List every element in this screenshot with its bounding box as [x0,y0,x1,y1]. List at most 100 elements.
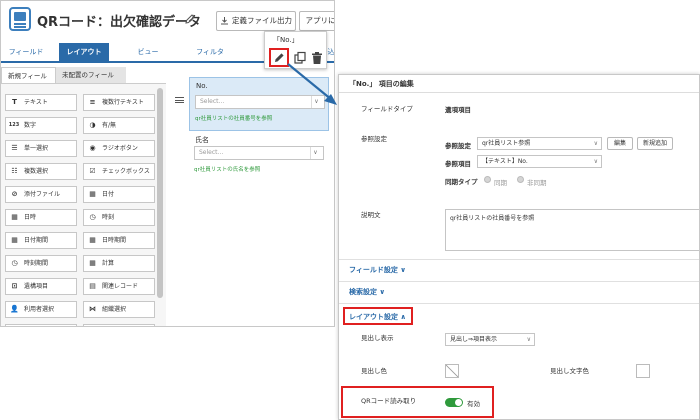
palette-item-label: テキスト [24,99,48,106]
palette-item[interactable]: ◷ 時刻 [83,209,155,226]
palette-item[interactable]: 👤 利用者選択 [5,301,77,318]
tab-view[interactable]: ビュー [123,43,173,61]
field-type-icon: ⊘ [11,190,18,198]
field-type-icon: ▦ [89,190,96,198]
async-option-label: 非同期 [527,179,547,187]
field-name-select[interactable]: Select... ∨ [194,146,324,160]
ref-source-select[interactable]: qr社員リスト参照 ∨ [477,137,602,150]
palette-item[interactable]: ⊡ 遺構項目 [5,278,77,295]
heading-color-picker[interactable] [445,364,459,378]
field-type-icon: T [12,98,17,106]
heading-display-label: 見出し表示 [361,334,394,342]
no-color-icon [445,364,459,378]
description-label: 説明文 [361,211,381,219]
pencil-icon[interactable] [184,13,196,25]
layout-settings-toggle[interactable]: レイアウト設定 ∧ [349,312,406,322]
field-type-icon: ▦ [89,259,96,267]
field-no-hint: qr社員リストの社員番号を参照 [195,116,273,122]
palette-item[interactable]: ▤ 関連レコード [83,278,155,295]
export-button-label: 定義ファイル出力 [232,16,292,25]
palette-item-label: 計算 [102,260,115,267]
field-name[interactable]: 氏名 Select... ∨ qr社員リストの氏名を参照 [189,133,329,178]
tab-filter[interactable]: フィルタ [185,43,235,61]
palette-item[interactable]: ▦ 計算 [83,255,155,272]
app-icon [9,7,31,31]
heading-display-select[interactable]: 見出し⇒項目表示 ∨ [445,333,535,346]
radio-async[interactable] [517,176,524,183]
qr-reading-value: 有効 [467,400,480,408]
drag-handle-icon[interactable] [175,97,184,103]
ref-item-value: 【テキスト】No. [482,158,528,165]
ref-source-label: 参照設定 [445,142,471,150]
palette-item-label: ラジオボタン [102,145,138,152]
ref-source-value: qr社員リスト参照 [482,140,531,147]
palette-item-label: 関連レコード [102,283,139,290]
palette-item[interactable]: ⋈ 組織選択 [83,301,155,318]
chevron-down-icon: ∨ [310,147,320,159]
palette-scrollbar[interactable] [157,88,163,298]
palette-item[interactable]: T テキスト [5,94,77,111]
pointer-arrow [287,63,337,105]
palette-item[interactable]: ☷ 複数選択 [5,163,77,180]
radio-sync[interactable] [484,176,491,183]
palette-item-label: 時刻 [102,214,115,221]
field-type-icon: ▤ [89,282,96,290]
sync-type-label: 同期タイプ [445,178,478,186]
ref-item-label: 参照項目 [445,160,471,168]
tab-new-fields[interactable]: 新規フィールド [1,67,56,96]
palette-item[interactable]: ▦ 日時 [5,209,77,226]
palette-item[interactable]: ≡ 複数行テキスト [83,94,155,111]
field-type-icon: ▦ [11,213,18,221]
palette-item[interactable]: ⊘ 添付ファイル [5,186,77,203]
qr-reading-toggle[interactable] [445,398,463,407]
palette-item[interactable]: ▦ 日付期間 [5,232,77,249]
palette-item[interactable]: ◑ 有/無 [83,117,155,134]
field-type-label: フィールドタイプ [361,105,413,113]
chevron-down-icon: ∨ [526,336,531,343]
palette-item[interactable]: 123 数字 [5,117,77,134]
new-reference-button[interactable]: 新規追加 [637,137,673,150]
palette-item-label: 日付期間 [24,237,49,244]
palette-item[interactable]: ☑ チェックボックス [83,163,155,180]
ref-item-select[interactable]: 【テキスト】No. ∨ [477,155,602,168]
heading-text-color-picker[interactable] [636,364,650,378]
heading-text-color-label: 見出し文字色 [550,367,589,375]
export-definition-button[interactable]: 定義ファイル出力 [216,11,296,31]
palette-item[interactable]: ▦ 日時期間 [83,232,155,249]
field-type-icon: ◷ [11,259,18,267]
palette-item-label: 日時期間 [102,237,127,244]
palette-item-label: 日付 [102,191,115,198]
palette-item-label: チェックボックス [102,168,150,175]
field-type-icon: ⊡ [11,282,18,290]
palette-item[interactable]: ▦ 日付 [83,186,155,203]
field-type-icon: ☷ [11,167,18,175]
palette-item-label: 日時 [24,214,37,221]
palette-item[interactable]: ▪自動採番 [83,324,155,326]
field-type-icon: ☑ [89,167,96,175]
heading-color-label: 見出し色 [361,367,387,375]
palette-item[interactable]: ◉ ラジオボタン [83,140,155,157]
field-no-label: No. [196,82,208,90]
field-type-icon: ☰ [11,144,18,152]
tab-unplaced-fields[interactable]: 未配置のフィールド [56,67,126,95]
tab-layout[interactable]: レイアウト [59,43,109,61]
description-textarea[interactable]: qr社員リストの社員番号を参照 [445,209,699,251]
popup-field-label: 「No.」 [273,36,299,44]
goto-app-button[interactable]: アプリに移動 [299,11,334,31]
heading-display-value: 見出し⇒項目表示 [450,336,498,343]
field-settings-toggle[interactable]: フィールド設定 ∨ [349,265,406,275]
palette-item-label: 単一選択 [24,145,49,152]
sync-option-label: 同期 [494,179,507,187]
search-settings-toggle[interactable]: 検索設定 ∨ [349,287,385,297]
edit-reference-button[interactable]: 編集 [607,137,633,150]
field-type-icon: ◑ [89,121,96,129]
palette-item[interactable]: ☰ 単一選択 [5,140,77,157]
field-name-placeholder: Select... [199,149,224,156]
tab-field[interactable]: フィールド [1,43,51,61]
qr-reading-label: QRコード読み取り [361,397,417,405]
palette-item[interactable]: ▪表示 [5,324,77,326]
palette-item-label: 遺構項目 [24,283,49,290]
palette-item-label: 利用者選択 [24,306,55,313]
field-type-icon: ◉ [89,144,96,152]
palette-item[interactable]: ◷ 時刻期間 [5,255,77,272]
